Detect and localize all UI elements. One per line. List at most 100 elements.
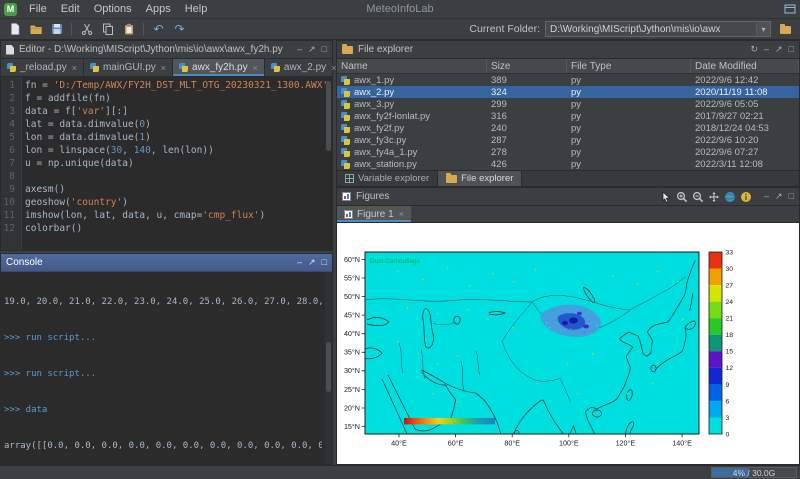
memory-usage-text: 4% / 30.0G [712,468,796,477]
column-header-name[interactable]: Name [337,59,487,73]
document-icon [6,45,14,55]
column-header-type[interactable]: File Type [567,59,691,73]
current-folder-combobox[interactable]: D:\Working\MIScript\Jython\mis\io\awx ▾ [545,21,771,37]
chevron-down-icon[interactable]: ▾ [756,22,770,36]
code-line[interactable]: lon = linspace(30, 140, len(lon)) [19,144,214,157]
explorer-tab-bar: Variable explorer File explorer [336,171,800,187]
full-extent-globe-icon[interactable] [724,191,736,203]
file-explorer-header[interactable]: File explorer ↻ – ↗ □ [337,41,799,59]
editor-panel-title: Editor - D:\Working\MIScript\Jython\mis\… [19,44,283,55]
code-line[interactable]: lat = data.dimvalue(0) [19,118,151,131]
code-line[interactable] [19,170,25,183]
minimize-icon[interactable]: – [297,45,302,54]
select-arrow-icon[interactable] [660,191,672,203]
tab-figure-1[interactable]: Figure 1× [337,206,411,222]
browse-folder-button[interactable] [776,21,795,38]
colorbar-labels: 33 30 27 24 21 18 15 12 9 6 3 0 [726,249,734,438]
new-file-button[interactable] [5,21,24,38]
column-header-date[interactable]: Date Modified [691,59,799,73]
table-row[interactable]: awx_fy4a_1.py 278 py 2022/9/6 07:27 [337,146,799,158]
table-row-selected[interactable]: awx_2.py 324 py 2020/11/19 11:08 [337,86,799,98]
refresh-icon[interactable]: ↻ [750,45,758,54]
identify-icon[interactable] [740,191,752,203]
save-button[interactable] [47,21,66,38]
editor-tab-awx-2[interactable]: awx_2.py× [265,59,344,76]
code-line[interactable]: imshow(lon, lat, data, u, cmap='cmp_flux… [19,209,265,222]
float-icon[interactable]: ↗ [775,45,783,54]
zoom-out-icon[interactable] [692,191,704,203]
console-line: 19.0, 20.0, 21.0, 22.0, 23.0, 24.0, 25.0… [4,296,322,308]
imshow-layer [365,252,699,434]
open-file-button[interactable] [26,21,45,38]
table-row[interactable]: awx_fy2f-lonlat.py 316 py 2017/9/27 02:2… [337,110,799,122]
svg-text:21: 21 [726,316,734,323]
svg-text:80°E: 80°E [504,439,520,448]
code-line[interactable]: lon = data.dimvalue(1) [19,131,151,144]
menu-options[interactable]: Options [87,2,139,16]
float-icon[interactable]: ↗ [308,45,316,54]
figures-panel-header[interactable]: Figures – ↗ □ [337,188,799,206]
python-file-icon [341,88,350,97]
x-axis-labels: 40°E 60°E 80°E 100°E 120°E 140°E [391,439,692,448]
float-icon[interactable]: ↗ [775,192,783,201]
code-line[interactable]: geoshow('country') [19,196,128,209]
close-icon[interactable]: × [399,209,404,219]
window-layout-icon[interactable] [784,3,796,15]
float-icon[interactable]: ↗ [308,258,316,267]
undo-button[interactable]: ↶ [149,21,168,38]
code-line[interactable]: u = np.unique(data) [19,157,134,170]
maximize-icon[interactable]: □ [322,45,327,54]
editor-scrollbar[interactable] [325,79,332,250]
code-line[interactable]: fn = 'D:/Temp/AWX/FY2H_DST_MLT_OTG_20230… [19,79,328,92]
pan-icon[interactable] [708,191,720,203]
column-header-size[interactable]: Size [487,59,567,73]
editor-tab-reload[interactable]: _reload.py× [1,59,84,76]
python-file-icon [179,63,188,72]
table-row[interactable]: awx_1.py 389 py 2022/9/6 12:42 [337,74,799,86]
maximize-icon[interactable]: □ [789,192,794,201]
tab-variable-explorer[interactable]: Variable explorer [337,171,438,186]
line-number: 8 [1,170,19,183]
menu-help[interactable]: Help [178,2,215,16]
code-line[interactable]: axesm() [19,183,65,196]
cut-button[interactable] [77,21,96,38]
console-output[interactable]: 19.0, 20.0, 21.0, 22.0, 23.0, 24.0, 25.0… [1,272,332,464]
code-line[interactable]: data = f['var'][:] [19,105,128,118]
figure-canvas[interactable]: Dust Camouflage 40°E 60°E 80°E 100°E 120… [337,223,799,464]
statusbar: 4% / 30.0G [0,465,800,479]
code-line[interactable]: colorbar() [19,222,82,235]
menu-file[interactable]: File [22,2,54,16]
file-date: 2022/9/6 07:27 [691,146,799,158]
tab-file-explorer[interactable]: File explorer [438,171,522,186]
python-file-icon [341,76,350,85]
editor-panel-header[interactable]: Editor - D:\Working\MIScript\Jython\mis\… [1,41,332,59]
minimize-icon[interactable]: – [764,45,769,54]
redo-button[interactable]: ↷ [170,21,189,38]
table-row[interactable]: awx_fy2f.py 240 py 2018/12/24 04:53 [337,122,799,134]
editor-tab-maingui[interactable]: mainGUI.py× [84,59,173,76]
close-icon[interactable]: × [72,63,77,73]
paste-button[interactable] [119,21,138,38]
close-icon[interactable]: × [161,63,166,73]
close-icon[interactable]: × [253,63,258,73]
minimize-icon[interactable]: – [764,192,769,201]
map-plot[interactable]: Dust Camouflage 40°E 60°E 80°E 100°E 120… [337,223,799,464]
menu-edit[interactable]: Edit [54,2,87,16]
menu-apps[interactable]: Apps [139,2,178,16]
table-row[interactable]: awx_3.py 299 py 2022/9/6 05:05 [337,98,799,110]
maximize-icon[interactable]: □ [789,45,794,54]
table-row[interactable]: awx_station.py 426 py 2022/3/11 12:08 [337,158,799,170]
table-row[interactable]: awx_fy3c.py 287 py 2022/9/6 10:20 [337,134,799,146]
copy-button[interactable] [98,21,117,38]
code-line[interactable]: f = addfile(fn) [19,92,111,105]
memory-indicator[interactable]: 4% / 30.0G [711,467,797,478]
console-panel-header[interactable]: Console – ↗ □ [1,254,332,272]
file-name: awx_fy2f.py [354,123,404,134]
editor-tab-awx-fy2h[interactable]: awx_fy2h.py× [173,59,265,76]
minimize-icon[interactable]: – [297,258,302,267]
zoom-in-icon[interactable] [676,191,688,203]
svg-text:25°N: 25°N [344,385,360,394]
code-editor[interactable]: 1fn = 'D:/Temp/AWX/FY2H_DST_MLT_OTG_2023… [1,77,332,250]
console-scrollbar[interactable] [325,272,332,464]
maximize-icon[interactable]: □ [322,258,327,267]
